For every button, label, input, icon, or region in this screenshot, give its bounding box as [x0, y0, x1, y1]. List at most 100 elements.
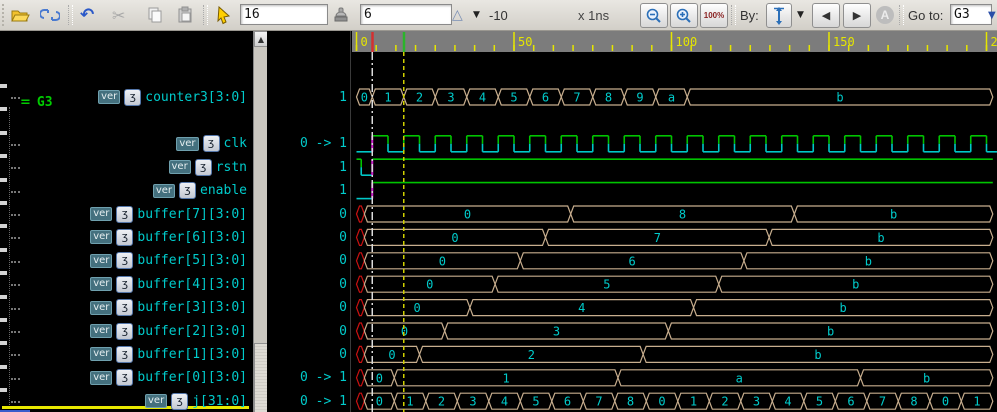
signal-name-row[interactable]: verʒj[31:0] [145, 390, 247, 412]
svg-text:3: 3 [753, 395, 760, 409]
signal-object-icon: ʒ [116, 206, 133, 223]
svg-text:b: b [814, 348, 821, 362]
signal-value: 1 [339, 180, 347, 202]
toolbar-separator [899, 5, 904, 25]
by-dropdown-icon[interactable]: ▼ [797, 0, 804, 30]
next-button[interactable]: ▶ [843, 3, 871, 28]
svg-text:b: b [865, 254, 872, 268]
signal-name: buffer[7][3:0] [137, 207, 247, 222]
triangle-marker-icon[interactable]: △ [452, 0, 463, 30]
tree-branch-stub [11, 214, 20, 216]
auto-button-label: A [876, 6, 894, 24]
tree-node-tick [0, 341, 7, 345]
signal-value: 0 [339, 226, 347, 248]
signal-name-row[interactable]: verʒbuffer[7][3:0] [90, 203, 247, 225]
marker-dropdown-icon[interactable]: ▼ [473, 0, 480, 30]
cut-icon[interactable]: ✂ [112, 0, 125, 30]
tree-branch-stub [11, 261, 20, 263]
stamp-icon[interactable] [332, 0, 350, 30]
toolbar-separator [731, 5, 736, 25]
goto-dropdown-icon[interactable]: ▼ [988, 0, 996, 30]
svg-text:0: 0 [361, 91, 368, 105]
signal-name-row[interactable]: verʒbuffer[3][3:0] [90, 297, 247, 319]
tree-node-tick [0, 295, 7, 299]
paste-icon[interactable] [176, 0, 194, 30]
svg-text:4: 4 [479, 91, 486, 105]
signal-name: clk [224, 136, 247, 151]
signal-name-row[interactable]: verʒcounter3[3:0] [98, 86, 247, 108]
tree-node-tick [0, 131, 7, 135]
scrollbar-thumb[interactable] [254, 343, 268, 412]
signal-name-row[interactable]: verʒbuffer[4][3:0] [90, 273, 247, 295]
signal-name-panel[interactable]: = G3 verʒcounter3[3:0]verʒclkverʒrstnver… [0, 31, 252, 412]
zoom-full-button[interactable]: 100% [700, 3, 728, 28]
cursor-time-field[interactable]: 16 [240, 4, 328, 25]
signal-name: enable [200, 183, 247, 198]
signal-name-row[interactable]: verʒclk [176, 133, 247, 155]
signal-value: 0 [339, 343, 347, 365]
signal-name-row[interactable]: verʒbuffer[1][3:0] [90, 343, 247, 365]
svg-text:0: 0 [439, 254, 446, 268]
signal-object-icon: ʒ [116, 323, 133, 340]
select-cursor-icon[interactable] [216, 0, 232, 30]
svg-text:b: b [836, 91, 843, 105]
reload-link-icon[interactable] [40, 0, 60, 30]
signal-name: counter3[3:0] [145, 90, 247, 105]
panel-divider[interactable] [350, 31, 351, 412]
waveform-canvas[interactable]: 0501001502000123456789ab08b07b06b05b04b0… [352, 31, 997, 412]
svg-text:150: 150 [833, 35, 855, 49]
svg-text:6: 6 [564, 395, 571, 409]
verilog-badge: ver [98, 90, 120, 104]
zoom-in-button[interactable] [670, 3, 698, 28]
svg-text:5: 5 [532, 395, 539, 409]
svg-text:8: 8 [627, 395, 634, 409]
signal-value: 1 [339, 86, 347, 108]
svg-text:1: 1 [384, 91, 391, 105]
tree-branch-stub [11, 308, 20, 310]
svg-text:0: 0 [388, 348, 395, 362]
signal-value-panel: 10 -> 11100000000 -> 10 -> 1 [267, 31, 351, 412]
signal-name: buffer[1][3:0] [137, 347, 247, 362]
previous-button[interactable]: ◀ [812, 3, 840, 28]
names-vertical-scrollbar[interactable]: ▲ [253, 31, 268, 412]
signal-value: 0 -> 1 [300, 367, 347, 389]
tree-branch-stub [11, 331, 20, 333]
svg-text:8: 8 [679, 208, 686, 222]
svg-text:0: 0 [942, 395, 949, 409]
signal-group-row[interactable]: = G3 [20, 95, 53, 110]
signal-name: buffer[0][3:0] [137, 370, 247, 385]
svg-text:6: 6 [542, 91, 549, 105]
zoom-out-button[interactable] [640, 3, 668, 28]
scroll-up-icon[interactable]: ▲ [254, 31, 268, 47]
signal-name-row[interactable]: verʒrstn [169, 156, 248, 178]
svg-text:0: 0 [376, 395, 383, 409]
verilog-badge: ver [90, 371, 112, 385]
undo-icon[interactable]: ↶ [80, 0, 94, 30]
verilog-badge: ver [90, 347, 112, 361]
verilog-badge: ver [90, 301, 112, 315]
fit-vertical-button[interactable] [766, 3, 792, 28]
signal-name-row[interactable]: verʒenable [153, 180, 247, 202]
signal-object-icon: ʒ [116, 229, 133, 246]
verilog-badge: ver [90, 277, 112, 291]
open-folder-icon[interactable] [10, 0, 30, 30]
svg-text:5: 5 [510, 91, 517, 105]
goto-combobox[interactable]: G3 [950, 4, 992, 25]
signal-object-icon: ʒ [116, 299, 133, 316]
tree-node-tick [0, 154, 7, 158]
tree-branch-stub [11, 144, 20, 146]
svg-text:b: b [923, 371, 930, 385]
signal-value: 1 [339, 156, 347, 178]
tree-node-tick [0, 84, 7, 88]
goto-label: Go to: [908, 0, 943, 30]
copy-icon[interactable] [146, 0, 164, 30]
auto-button[interactable]: A [876, 0, 894, 30]
signal-name-row[interactable]: verʒbuffer[5][3:0] [90, 250, 247, 272]
signal-name-row[interactable]: verʒbuffer[6][3:0] [90, 226, 247, 248]
signal-name-row[interactable]: verʒbuffer[2][3:0] [90, 320, 247, 342]
range-field[interactable]: 6 [360, 4, 452, 25]
signal-name-row[interactable]: verʒbuffer[0][3:0] [90, 367, 247, 389]
svg-text:4: 4 [784, 395, 791, 409]
svg-text:2: 2 [721, 395, 728, 409]
svg-text:9: 9 [636, 91, 643, 105]
